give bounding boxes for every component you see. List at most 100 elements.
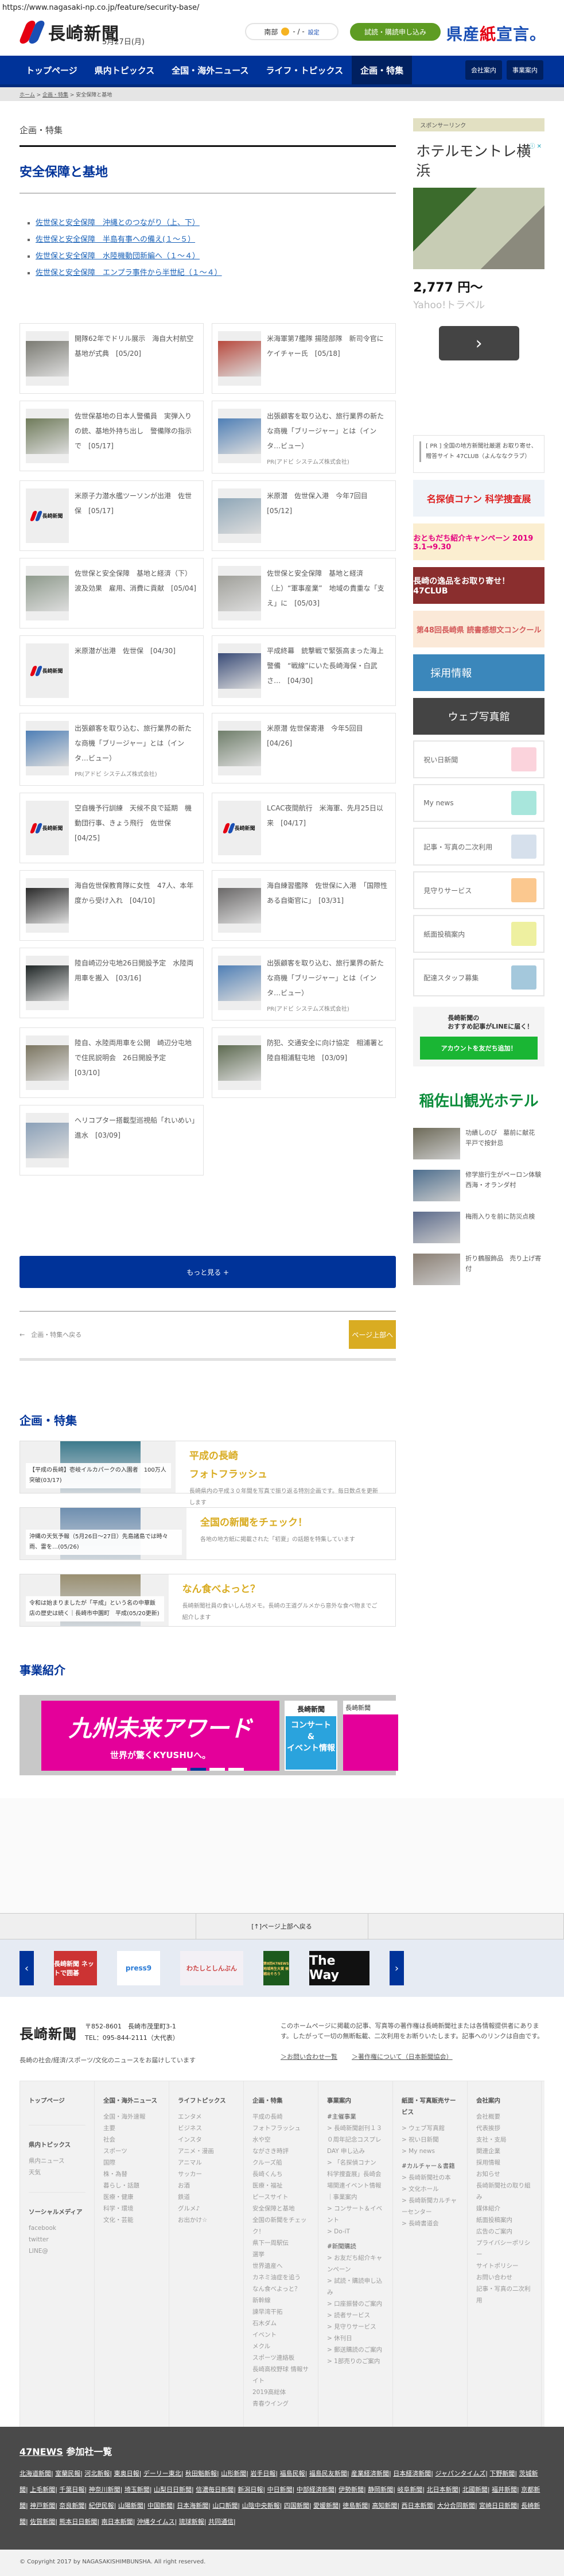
sitemap-link[interactable]: 安全保障と基地 <box>252 2203 309 2214</box>
sitemap-link[interactable]: 天気 <box>29 2167 85 2178</box>
sitemap-link[interactable]: 医療・健康 <box>103 2191 160 2203</box>
pr-box[interactable]: [ PR ] 全国の地方新聞社厳選 お取り寄せ、贈答サイト 47CLUB（よんな… <box>413 435 544 473</box>
sitemap-link[interactable]: 株・為替 <box>103 2168 160 2180</box>
sitemap-link[interactable]: インスタ <box>178 2134 235 2146</box>
sitemap-link[interactable]: イベント <box>252 2329 309 2341</box>
paper-link[interactable]: 下野新聞 <box>489 2470 515 2477</box>
sitemap-link[interactable]: スポーツ <box>103 2146 160 2157</box>
sitemap-link[interactable]: 採用情報 <box>476 2157 532 2168</box>
sitemap-link[interactable]: > 長崎新聞創刊１３０周年記念コスプレDAY 申し込み <box>327 2123 384 2157</box>
sitemap-link[interactable]: 青春ウイング <box>252 2398 309 2410</box>
paper-link[interactable]: 宮崎日日新聞 <box>479 2502 517 2509</box>
copyright-link[interactable]: ＞著作権について（日本新聞協会） <box>352 2052 453 2062</box>
paper-link[interactable]: 岩手日報 <box>250 2470 275 2477</box>
sitemap-link[interactable]: ながさき時評 <box>252 2146 309 2157</box>
business-slider[interactable]: 九州未来アワード 世界が驚くKYUSHUへ。 長崎新聞 コンサート & イベント情報… <box>20 1695 398 1775</box>
page-top-button[interactable]: ページ上部へ <box>349 1320 396 1349</box>
slider-dot[interactable] <box>172 1768 188 1771</box>
paper-link[interactable]: 山梨日日新聞 <box>154 2486 192 2493</box>
nav-features[interactable]: 企画・特集 <box>352 56 413 84</box>
news47-link[interactable]: 47NEWS <box>20 2446 63 2457</box>
article-card[interactable]: 陸自、水陸両用車を公開 崎辺分屯地で住民説明会 26日開設予定 [03/10] <box>20 1027 204 1098</box>
nav-life-topics[interactable]: ライフ・トピックス <box>258 56 352 84</box>
article-card[interactable]: ヘリコプター搭載型巡視船「れいめい」進水 [03/09] <box>20 1105 204 1176</box>
paper-link[interactable]: 山陽新聞 <box>118 2502 143 2509</box>
sitemap-link[interactable]: 県内ニュース <box>29 2155 85 2167</box>
sitemap-heading[interactable]: 会社案内 <box>476 2095 532 2106</box>
trial-subscribe-button[interactable]: 試読・購読申し込み <box>350 23 441 41</box>
partner-igo[interactable]: 長崎新聞 ネットで囲碁 <box>54 1951 97 1985</box>
sitemap-link[interactable]: > 休刊日 <box>327 2333 384 2344</box>
sitemap-link[interactable]: アニメ・漫画 <box>178 2146 235 2157</box>
sitemap-link[interactable]: > Do-iT <box>327 2226 384 2237</box>
sitemap-link[interactable]: サッカー <box>178 2168 235 2180</box>
banner-reading-contest[interactable]: 第48回長崎県 読書感想文コンクール <box>413 611 544 647</box>
slide-doit[interactable]: 長崎新聞 <box>343 1701 398 1771</box>
series-link[interactable]: 佐世保と安全保障 水陸機動団新編へ（１～４） <box>36 252 200 261</box>
paper-link[interactable]: 福島民友新聞 <box>309 2470 347 2477</box>
nav-top[interactable]: トップページ <box>17 56 86 84</box>
sitemap-link[interactable]: > 読者サービス <box>327 2310 384 2321</box>
paper-link[interactable]: 北日本新聞 <box>427 2486 458 2493</box>
paper-link[interactable]: 東奥日報 <box>114 2470 139 2477</box>
sitemap-link[interactable]: メクル <box>252 2341 309 2352</box>
sitemap-link[interactable]: 会社概要 <box>476 2111 532 2123</box>
sitemap-link[interactable]: > お友だち紹介キャンペーン <box>327 2252 384 2275</box>
paper-link[interactable]: 山形新聞 <box>221 2470 246 2477</box>
paper-link[interactable]: 琉球新報 <box>179 2518 204 2525</box>
banner-recruit[interactable]: 採用情報 <box>413 654 544 691</box>
sidebar-news-item[interactable]: 功績しのび 墓前に献花 平戸で按針忌 <box>413 1128 544 1159</box>
sitemap-link[interactable]: > 1部売りのご案内 <box>327 2356 384 2367</box>
sitemap-link[interactable]: 記事・写真の二次利用 <box>476 2283 532 2306</box>
paper-link[interactable]: ジャパンタイムズ <box>435 2470 485 2477</box>
sitemap-link[interactable]: 水や空 <box>252 2134 309 2146</box>
sitemap-link[interactable]: なん食べよっと？ <box>252 2283 309 2295</box>
paper-link[interactable]: 神戸新聞 <box>30 2502 55 2509</box>
sitemap-link[interactable]: > My news <box>402 2146 458 2157</box>
paper-link[interactable]: 福島民報 <box>280 2470 305 2477</box>
sitemap-link[interactable]: 諫早湾干拓 <box>252 2306 309 2318</box>
sitemap-heading[interactable]: ソーシャルメディア <box>29 2206 85 2218</box>
paper-link[interactable]: デーリー東北 <box>143 2470 181 2477</box>
ad-go-button[interactable]: › <box>438 326 519 360</box>
series-link[interactable]: 佐世保と安全保障 エンプラ事件から半世紀（１～４） <box>36 269 222 277</box>
feature-caption[interactable]: 沖縄の天気予報（5月26日～27日）先島諸島では時々雨、雷を…(05/26) <box>26 1530 182 1555</box>
sitemap-link[interactable]: 長崎高校野球 情報サイト <box>252 2364 309 2387</box>
address-bar-url[interactable]: https://www.nagasaki-np.co.jp/feature/se… <box>0 0 564 16</box>
sitemap-link[interactable]: お酒 <box>178 2180 235 2191</box>
chevron-left-icon[interactable]: ‹ <box>20 1951 34 1985</box>
paper-link[interactable]: 共同通信 <box>208 2518 234 2525</box>
sitemap-link[interactable]: ビジネス <box>178 2123 235 2134</box>
sitemap-link[interactable]: 県下一周駅伝 <box>252 2237 309 2249</box>
article-card[interactable]: 佐世保基地の日本人警備員 実弾入りの銃、基地外持ち出し 警備隊の指示で [05/… <box>20 401 204 471</box>
sitemap-link[interactable]: > 長崎新聞社の本 <box>402 2172 458 2183</box>
sitemap-link[interactable]: フォトフラッシュ <box>252 2123 309 2134</box>
ad-hotel-image[interactable] <box>413 188 544 269</box>
article-card[interactable]: 米海軍第7艦隊 揚陸部隊 新司令官にケイチャー氏 [05/18] <box>212 323 396 394</box>
paper-link[interactable]: 北海道新聞 <box>20 2470 51 2477</box>
sitemap-link[interactable]: 石木ダム <box>252 2318 309 2329</box>
paper-link[interactable]: 南日本新聞 <box>102 2518 133 2525</box>
nav-national-news[interactable]: 全国・海外ニュース <box>163 56 257 84</box>
article-card[interactable]: 長崎新聞 米原潜が出港 佐世保 [04/30] <box>20 635 204 706</box>
sitemap-link[interactable]: 平成の長崎 <box>252 2111 309 2123</box>
feature-card[interactable]: 沖縄の天気予報（5月26日～27日）先島諸島では時々雨、雷を…(05/26) 全国… <box>20 1507 396 1560</box>
sitemap-link[interactable]: プライバシーポリシー <box>476 2237 532 2260</box>
sitemap-link[interactable]: 社会 <box>103 2134 160 2146</box>
sitemap-link[interactable]: 代表挨拶 <box>476 2123 532 2134</box>
service-tile[interactable]: 祝い日新聞 <box>413 740 544 778</box>
sitemap-link[interactable]: > 長崎新聞カルチャーセンター <box>402 2195 458 2218</box>
sitemap-link[interactable]: 科学・環境 <box>103 2203 160 2214</box>
sitemap-link[interactable]: サイトポリシー <box>476 2260 532 2272</box>
sitemap-link[interactable]: 全国の新聞をチェック！ <box>252 2214 309 2237</box>
sitemap-heading[interactable]: トップページ <box>29 2095 85 2106</box>
sitemap-heading[interactable]: ライフトピックス <box>178 2095 235 2106</box>
paper-link[interactable]: 沖縄タイムス <box>137 2518 175 2525</box>
paper-link[interactable]: 神奈川新聞 <box>89 2486 120 2493</box>
back-to-top-link[interactable]: [↑]ページ上部へ戻る <box>196 1914 368 1939</box>
feature-card[interactable]: 令和は始まりましたが「平成」という名の中華飯店の歴史は続く｜長崎市中園町 平成(… <box>20 1574 396 1627</box>
article-card[interactable]: 長崎新聞 米原子力潜水艦ツーソンが出港 佐世保 [05/17] <box>20 480 204 551</box>
paper-link[interactable]: 北國新聞 <box>462 2486 488 2493</box>
paper-link[interactable]: 室蘭民報 <box>55 2470 80 2477</box>
paper-link[interactable]: 山陰中央新報 <box>242 2502 280 2509</box>
